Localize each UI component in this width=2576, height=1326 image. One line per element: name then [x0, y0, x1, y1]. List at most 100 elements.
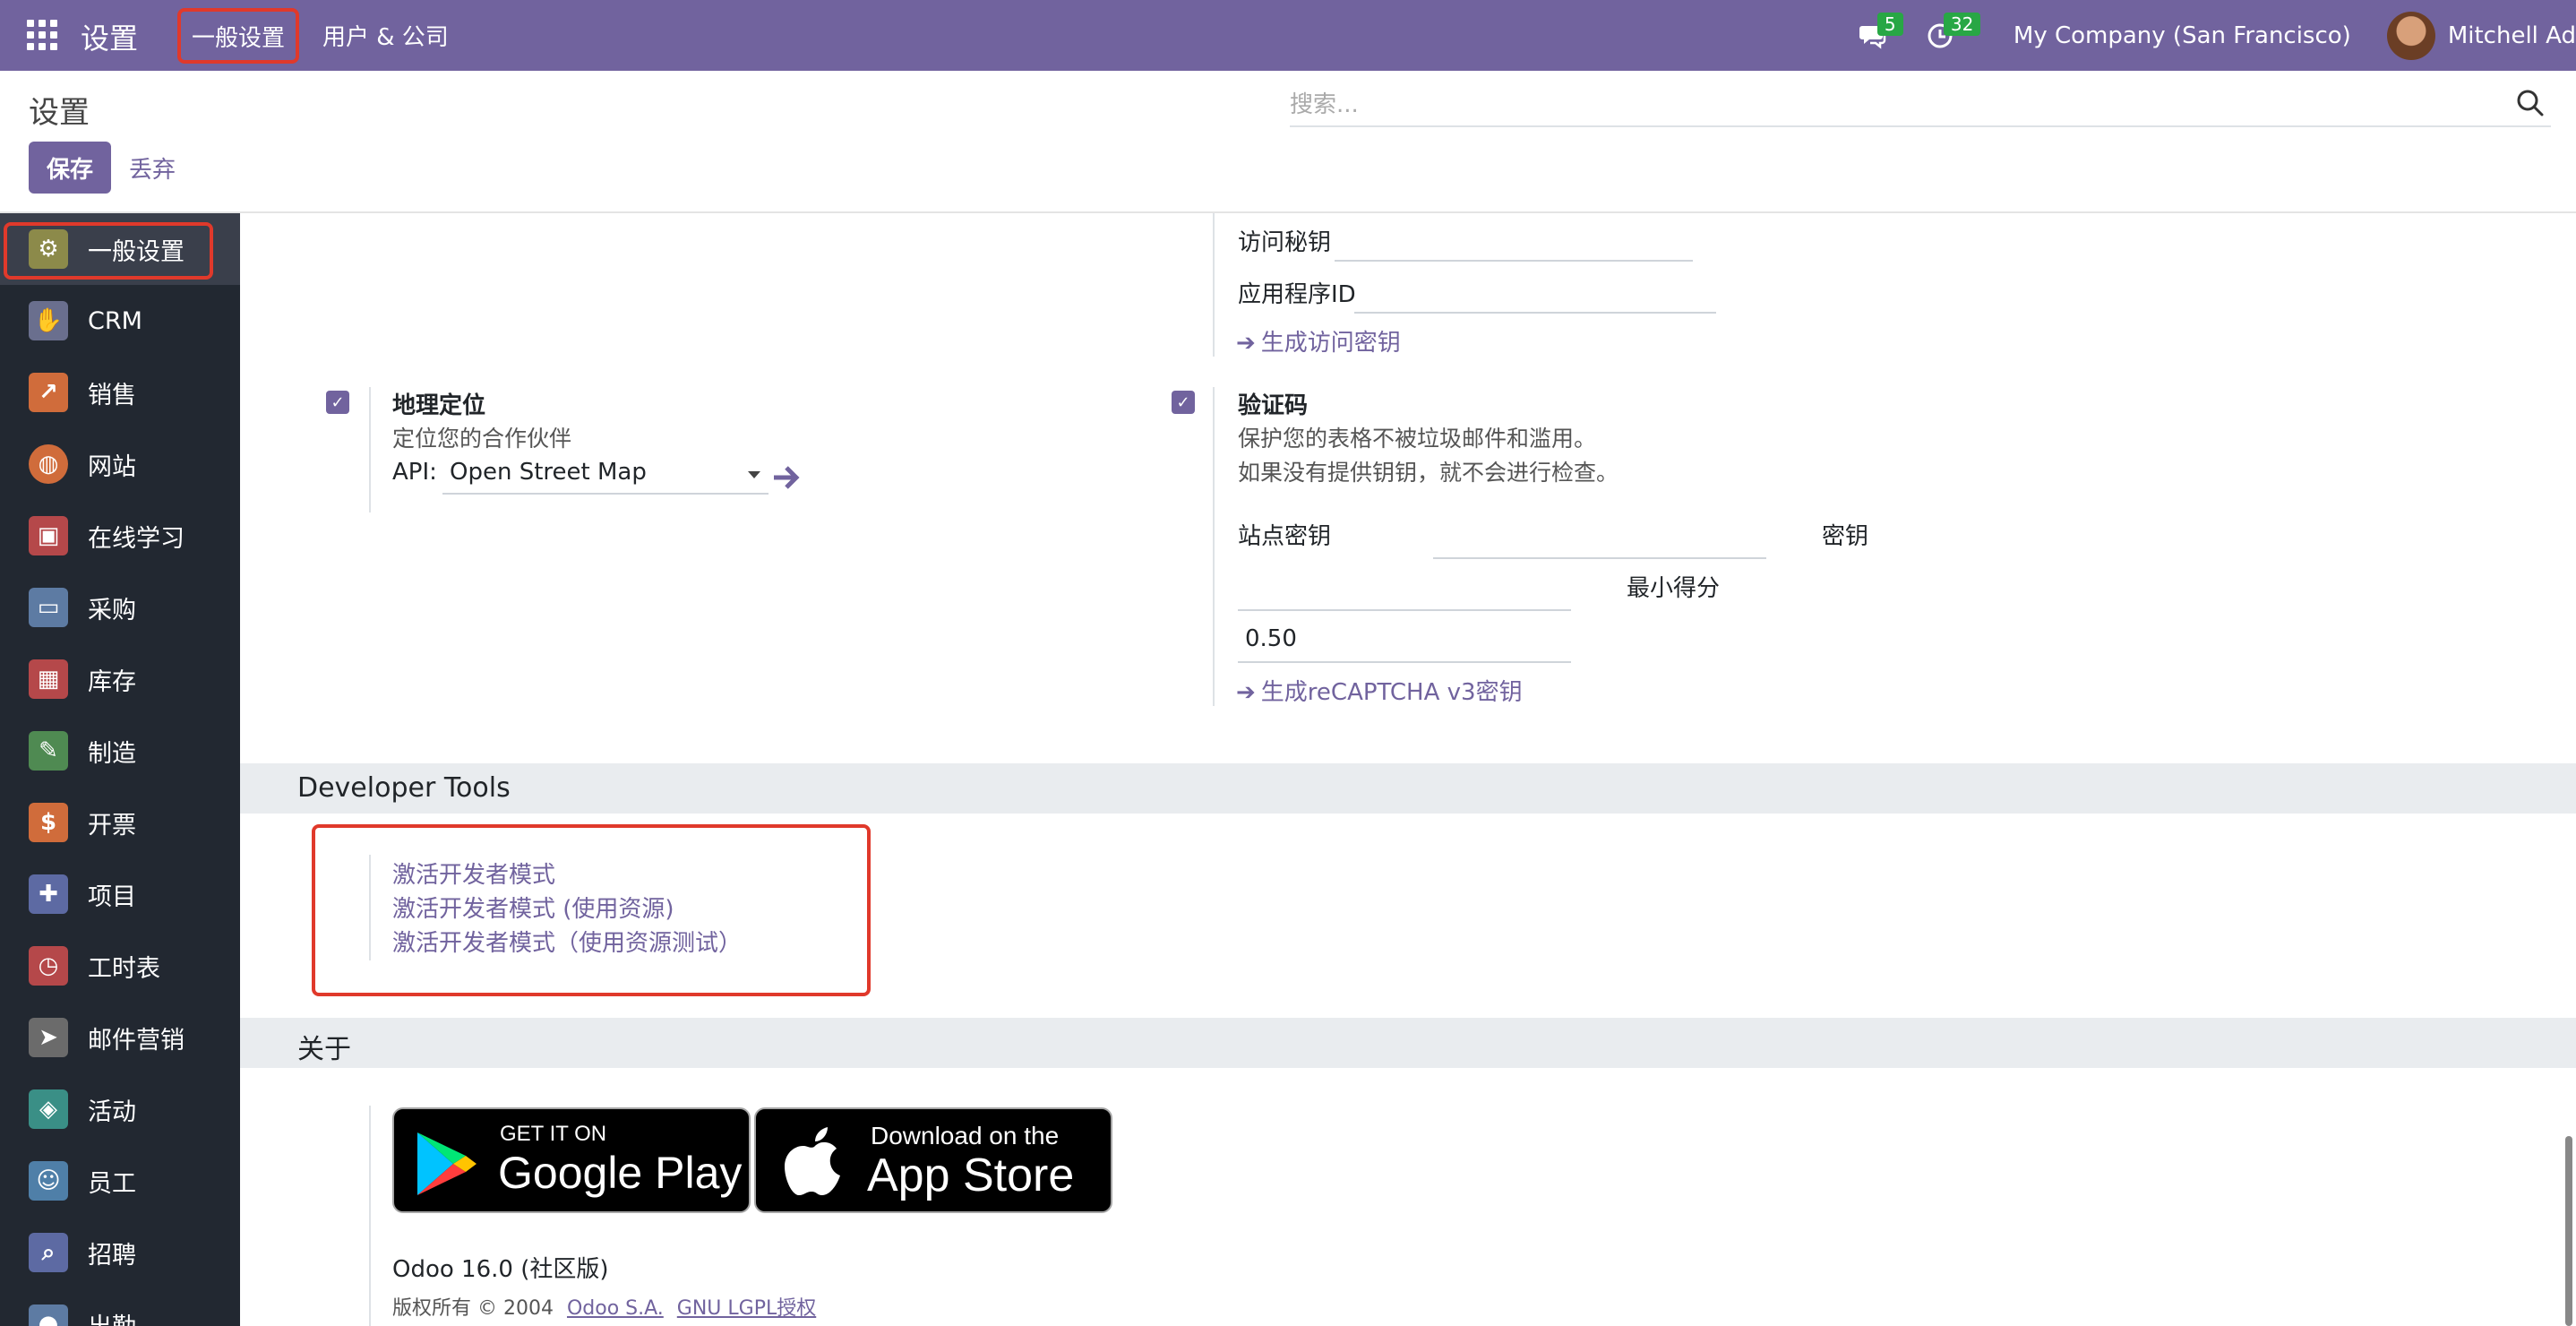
section-title: 关于 — [297, 1034, 351, 1065]
sidebar-item-label: 项目 — [88, 883, 136, 911]
sidebar-item-invoicing[interactable]: $ 开票 — [0, 787, 240, 858]
google-play-badge[interactable]: GET IT ON Google Play — [392, 1107, 751, 1213]
caret-down-icon[interactable] — [747, 469, 761, 480]
settings-content: 访问秘钥 应用程序ID ➔ 生成访问密钥 ✓ 地理定位 定位您的合作伙伴 API:… — [240, 213, 2576, 1326]
activities-button[interactable]: 32 — [1913, 0, 1981, 71]
user-menu[interactable]: Mitchell Ad — [2448, 22, 2576, 49]
google-play-icon — [417, 1132, 477, 1195]
secret-key-input[interactable] — [1238, 609, 1571, 611]
messages-button[interactable]: 5 — [1847, 0, 1903, 71]
recaptcha-title: 验证码 — [1238, 392, 1309, 419]
puzzle-icon: ✚ — [29, 874, 68, 914]
site-key-label: 站点密钥 — [1238, 523, 1332, 550]
scrollbar[interactable] — [2565, 1136, 2572, 1326]
sidebar-item-general[interactable]: ⚙ 一般设置 — [0, 213, 240, 285]
discard-button[interactable]: 丢弃 — [129, 142, 176, 194]
sidebar-item-label: 员工 — [88, 1169, 136, 1198]
access-key-label: 访问秘钥 — [1238, 229, 1332, 256]
divider — [369, 387, 371, 512]
handshake-icon: ✋ — [29, 301, 68, 340]
geolocation-title: 地理定位 — [392, 392, 486, 419]
sidebar-item-label: 在线学习 — [88, 524, 185, 553]
divider — [1213, 387, 1215, 706]
activate-developer-mode-assets-link[interactable]: 激活开发者模式 (使用资源) — [392, 891, 674, 924]
access-key-input[interactable] — [1335, 260, 1693, 262]
sidebar-item-purchase[interactable]: ▭ 采购 — [0, 572, 240, 643]
google-play-top-text: GET IT ON — [500, 1122, 607, 1146]
sidebar-item-label: 库存 — [88, 667, 136, 696]
geolocation-description: 定位您的合作伙伴 — [392, 426, 572, 452]
sidebar-item-attendances[interactable]: ● 出勤 — [0, 1288, 240, 1326]
save-button[interactable]: 保存 — [29, 142, 111, 194]
app-store-bottom-text: App Store — [867, 1149, 1075, 1201]
chart-icon: ↗ — [29, 373, 68, 412]
sidebar-item-label: 招聘 — [88, 1241, 136, 1270]
api-select[interactable]: Open Street Map — [450, 459, 647, 486]
sidebar-item-label: 开票 — [88, 811, 136, 840]
sidebar-item-label: CRM — [88, 306, 142, 335]
sidebar-item-events[interactable]: ◈ 活动 — [0, 1073, 240, 1145]
min-score-input[interactable]: 0.50 — [1245, 625, 1297, 652]
highlight-outline — [4, 222, 213, 280]
about-header: 关于 — [240, 1018, 2576, 1068]
sidebar-item-sales[interactable]: ↗ 销售 — [0, 357, 240, 428]
ticket-icon: ◈ — [29, 1089, 68, 1129]
sidebar-item-project[interactable]: ✚ 项目 — [0, 858, 240, 930]
copyright-text: 版权所有 © 2004 — [392, 1297, 554, 1320]
sidebar-item-email-marketing[interactable]: ➤ 邮件营销 — [0, 1002, 240, 1073]
search-bar — [1290, 84, 2551, 127]
activate-developer-mode-link[interactable]: 激活开发者模式 — [392, 857, 555, 890]
app-store-badge[interactable]: Download on the App Store — [754, 1107, 1112, 1213]
avatar[interactable] — [2386, 11, 2435, 60]
odoo-version: Odoo 16.0 (社区版) — [392, 1256, 609, 1283]
divider — [369, 855, 371, 960]
arrow-right-icon[interactable] — [772, 464, 801, 491]
link-label: 生成访问密钥 — [1260, 330, 1401, 357]
sidebar-item-label: 制造 — [88, 739, 136, 768]
sidebar-item-website[interactable]: ◍ 网站 — [0, 428, 240, 500]
google-play-bottom-text: Google Play — [498, 1148, 743, 1198]
site-key-input[interactable] — [1433, 557, 1766, 559]
license-link[interactable]: GNU LGPL授权 — [677, 1297, 816, 1320]
search-icon[interactable] — [2515, 88, 2546, 118]
recaptcha-checkbox[interactable]: ✓ — [1172, 391, 1195, 414]
menu-users-companies[interactable]: 用户 & 公司 — [322, 0, 449, 71]
copyright-line: 版权所有 © 2004 Odoo S.A. GNU LGPL授权 — [392, 1292, 816, 1321]
arrow-right-icon: ➔ — [1236, 679, 1256, 706]
menu-general-settings[interactable]: 一般设置 — [177, 8, 300, 64]
sidebar-item-elearning[interactable]: ▣ 在线学习 — [0, 500, 240, 572]
activate-developer-mode-tests-link[interactable]: 激活开发者模式（使用资源测试） — [392, 925, 742, 958]
generate-access-key-link[interactable]: ➔ 生成访问密钥 — [1236, 324, 1401, 357]
section-title: Developer Tools — [297, 772, 511, 804]
sidebar-item-timesheets[interactable]: ◷ 工时表 — [0, 930, 240, 1002]
sidebar-item-employees[interactable]: ☺ 员工 — [0, 1145, 240, 1217]
box-icon: ▦ — [29, 659, 68, 699]
generate-recaptcha-link[interactable]: ➔ 生成reCAPTCHA v3密钥 — [1236, 674, 1523, 707]
search-input[interactable] — [1290, 88, 2490, 122]
sidebar-item-label: 邮件营销 — [88, 1026, 185, 1055]
app-brand[interactable]: 设置 — [81, 16, 138, 57]
user-icon: ● — [29, 1304, 68, 1326]
globe-icon: ◍ — [29, 444, 68, 484]
settings-sidebar: ⚙ 一般设置 ✋ CRM ↗ 销售 ◍ 网站 ▣ 在线学习 ▭ 采购 ▦ 库存 … — [0, 213, 240, 1326]
page-title: 设置 — [29, 95, 90, 131]
invoice-icon: $ — [29, 803, 68, 842]
sidebar-item-inventory[interactable]: ▦ 库存 — [0, 643, 240, 715]
app-id-input[interactable] — [1354, 312, 1716, 314]
messages-count-badge: 5 — [1876, 13, 1903, 36]
sidebar-item-crm[interactable]: ✋ CRM — [0, 285, 240, 357]
odoo-sa-link[interactable]: Odoo S.A. — [567, 1297, 664, 1320]
sidebar-item-recruitment[interactable]: ⌕ 招聘 — [0, 1217, 240, 1288]
sidebar-item-label: 工时表 — [88, 954, 160, 983]
geolocation-checkbox[interactable]: ✓ — [326, 391, 349, 414]
link-label: 生成reCAPTCHA v3密钥 — [1260, 679, 1523, 706]
company-switcher[interactable]: My Company (San Francisco) — [2014, 22, 2351, 49]
sidebar-item-label: 活动 — [88, 1098, 136, 1126]
recaptcha-desc-1: 保护您的表格不被垃圾邮件和滥用。 — [1238, 426, 1597, 452]
apps-grid-icon[interactable] — [27, 20, 57, 50]
min-score-underline — [1238, 661, 1571, 663]
app-id-label: 应用程序ID — [1238, 281, 1356, 308]
sidebar-item-manufacturing[interactable]: ✎ 制造 — [0, 715, 240, 787]
sidebar-item-label: 出勤 — [88, 1307, 136, 1326]
navbar-systray: 5 32 My Company (San Francisco) Mitchell… — [1847, 0, 2576, 71]
